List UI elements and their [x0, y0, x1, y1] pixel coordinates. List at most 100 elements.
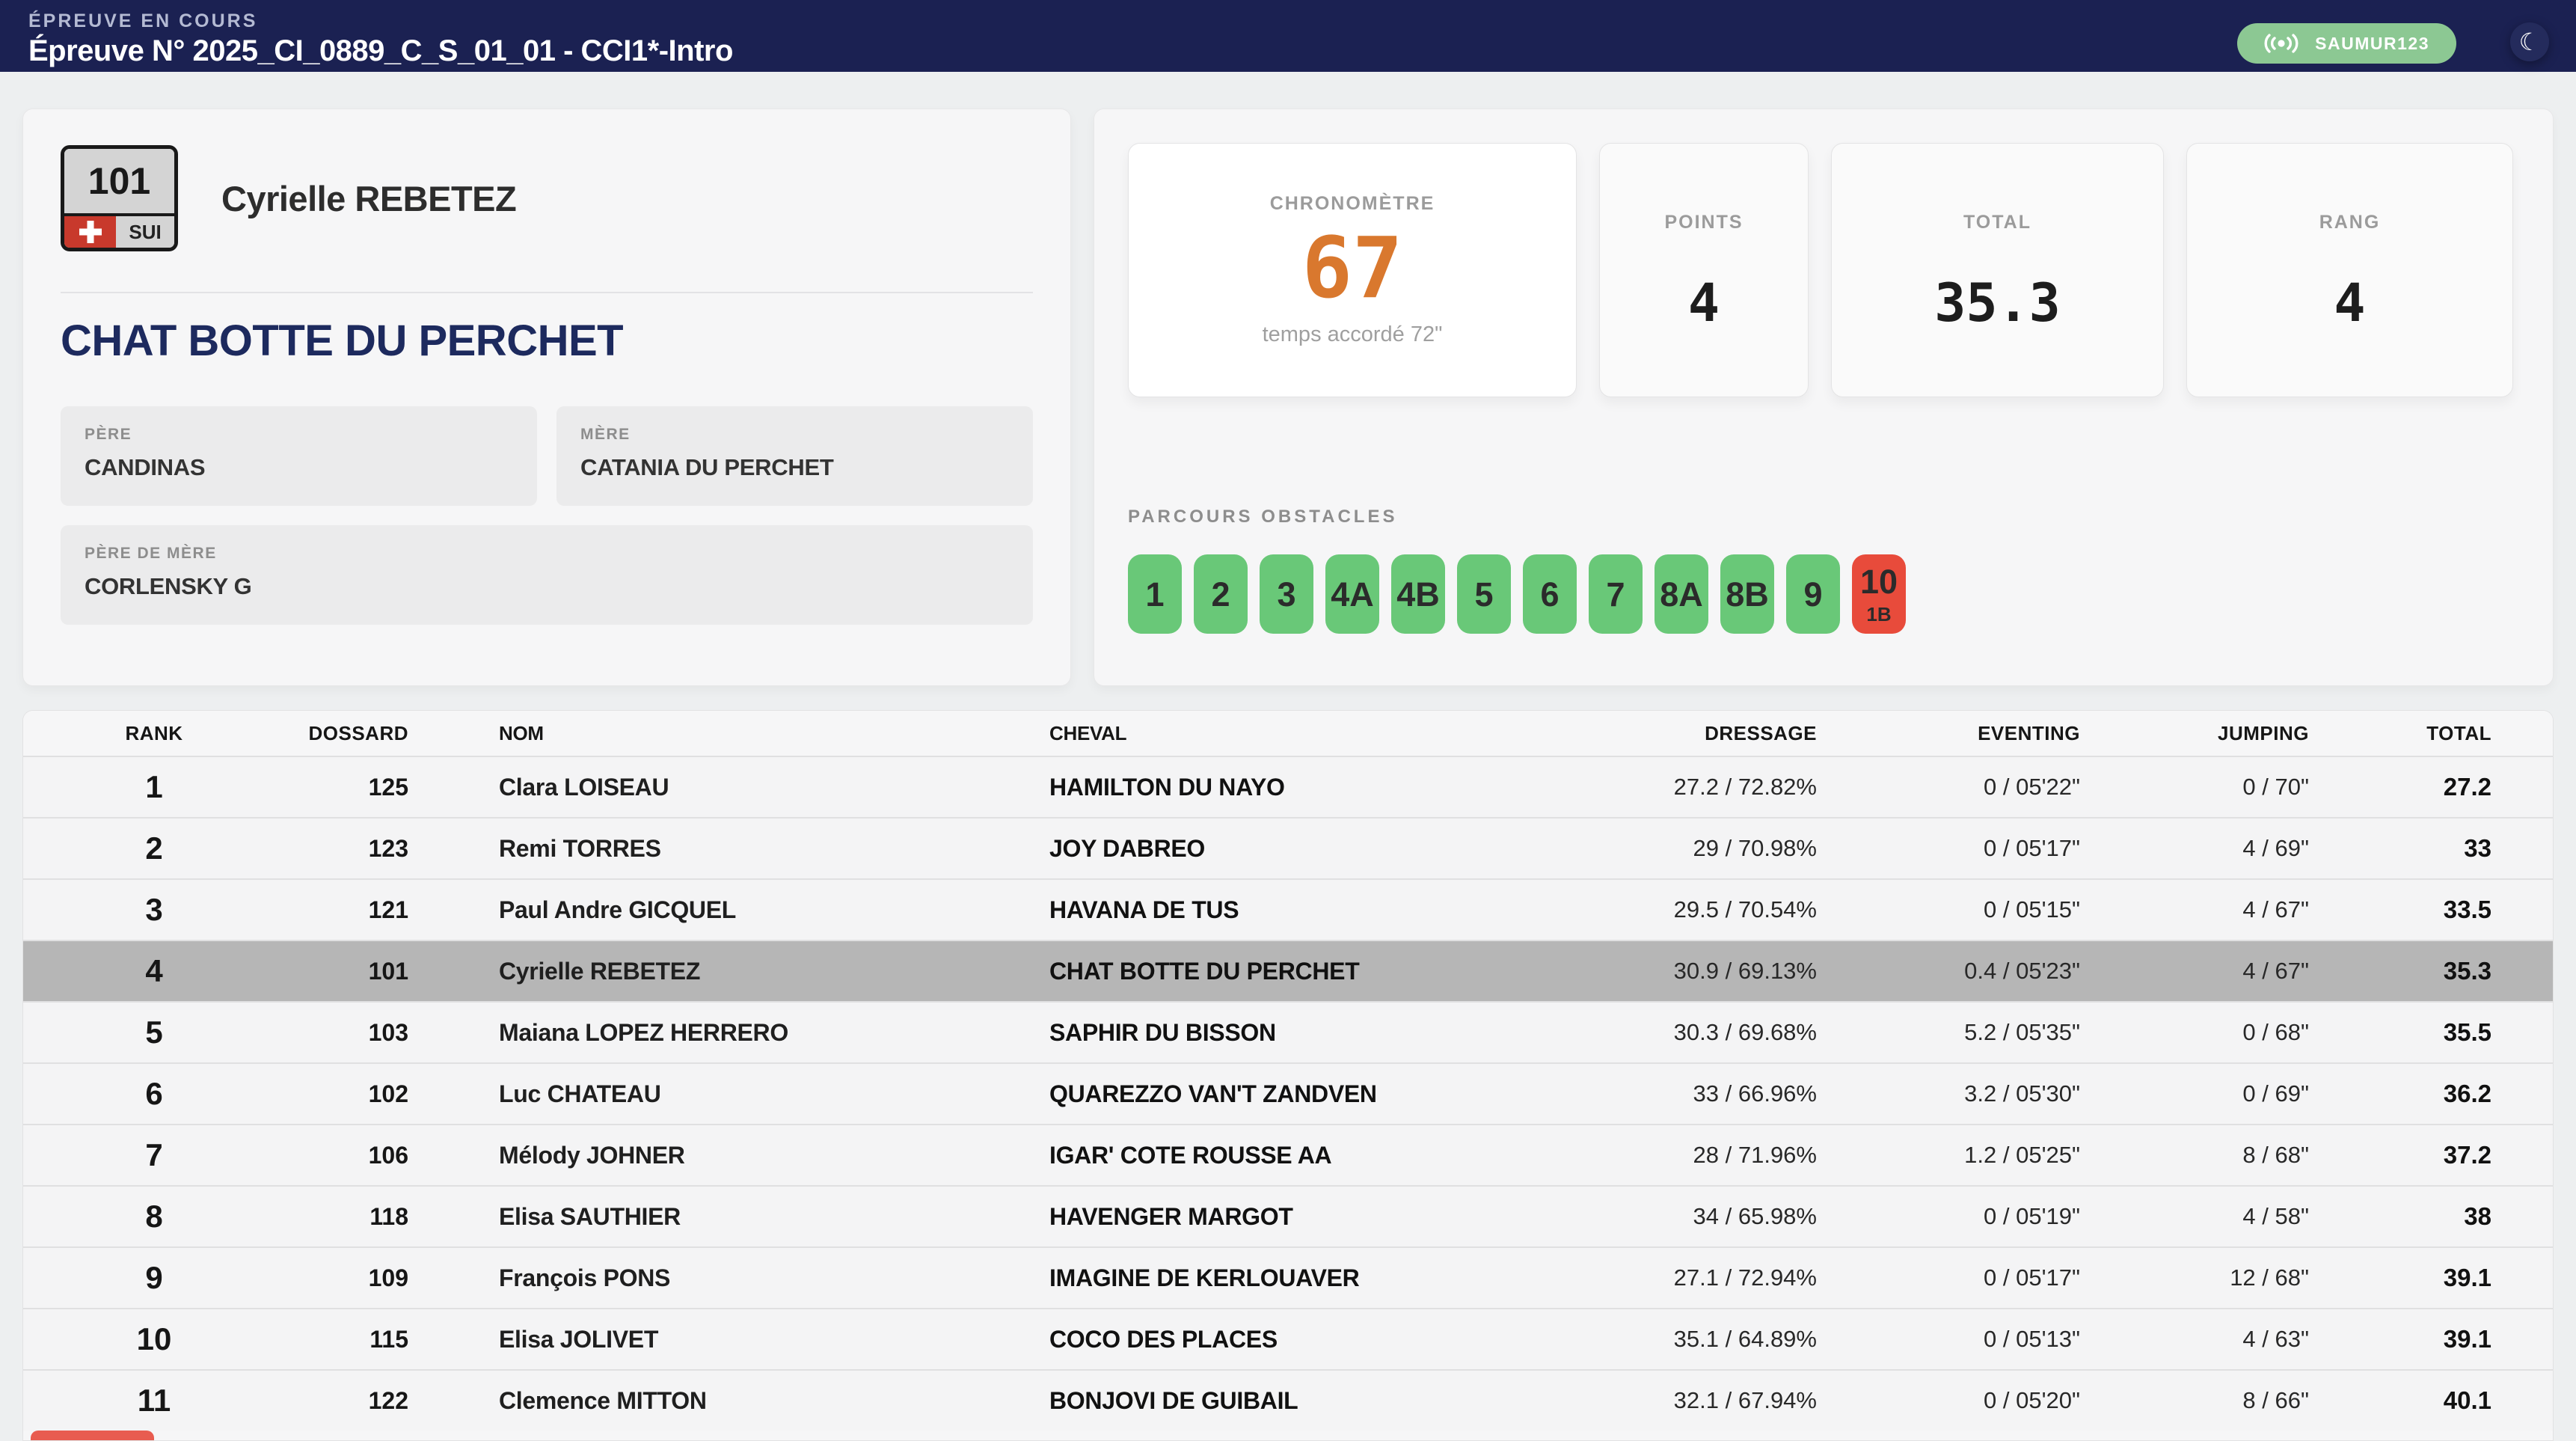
obstacle-chip-8a[interactable]: 8A — [1655, 554, 1708, 634]
table-row[interactable]: 9 109 François PONS IMAGINE DE KERLOUAVE… — [23, 1246, 2553, 1308]
leaderboard-card: RANKDOSSARDNOMCHEVALDRESSAGEEVENTINGJUMP… — [22, 710, 2554, 1441]
cell-eventing: 0 / 05'15" — [1817, 896, 2080, 923]
cell-cheval: HAVENGER MARGOT — [1049, 1203, 1548, 1231]
rank-label: RANG — [2319, 212, 2381, 233]
cell-rank: 6 — [23, 1076, 285, 1112]
points-value: 4 — [1688, 277, 1720, 329]
table-row[interactable]: 5 103 Maiana LOPEZ HERRERO SAPHIR DU BIS… — [23, 1001, 2553, 1062]
live-badge-label: SAUMUR123 — [2315, 34, 2429, 54]
table-body: 1 125 Clara LOISEAU HAMILTON DU NAYO 27.… — [23, 756, 2553, 1431]
cell-total: 39.1 — [2309, 1264, 2491, 1292]
obstacle-chip-3[interactable]: 3 — [1260, 554, 1313, 634]
cell-dossard: 101 — [285, 958, 408, 985]
sire-label: PÈRE — [85, 426, 513, 444]
obstacle-chip-8b[interactable]: 8B — [1720, 554, 1774, 634]
rank-value: 4 — [2334, 277, 2365, 329]
cell-eventing: 0 / 05'20" — [1817, 1387, 2080, 1414]
sire-value: CANDINAS — [85, 454, 513, 481]
cell-dossard: 118 — [285, 1203, 408, 1231]
cell-dossard: 123 — [285, 835, 408, 863]
cell-jumping: 4 / 58" — [2080, 1203, 2309, 1230]
obstacle-chip-7[interactable]: 7 — [1589, 554, 1643, 634]
cell-nom: Cyrielle REBETEZ — [408, 958, 1049, 985]
damsire-box: PÈRE DE MÈRE CORLENSKY G — [61, 525, 1033, 625]
cell-eventing: 1.2 / 05'25" — [1817, 1142, 2080, 1169]
obstacle-chip-1[interactable]: 1 — [1128, 554, 1182, 634]
dam-box: MÈRE CATANIA DU PERCHET — [556, 406, 1033, 506]
obstacle-chip-4a[interactable]: 4A — [1325, 554, 1379, 634]
table-row[interactable]: 4 101 Cyrielle REBETEZ CHAT BOTTE DU PER… — [23, 940, 2553, 1001]
col-header-dressage: DRESSAGE — [1548, 722, 1817, 745]
obstacle-chip-9[interactable]: 9 — [1786, 554, 1840, 634]
cell-jumping: 8 / 66" — [2080, 1387, 2309, 1414]
cell-nom: Elisa SAUTHIER — [408, 1203, 1049, 1231]
table-row[interactable]: 10 115 Elisa JOLIVET COCO DES PLACES 35.… — [23, 1308, 2553, 1369]
cell-dressage: 27.1 / 72.94% — [1548, 1264, 1817, 1291]
col-header-nom: NOM — [408, 722, 1049, 745]
obstacle-number: 7 — [1606, 578, 1625, 611]
obstacle-chip-5[interactable]: 5 — [1457, 554, 1511, 634]
cell-dossard: 125 — [285, 774, 408, 801]
obstacle-chip-2[interactable]: 2 — [1194, 554, 1248, 634]
cell-total: 35.5 — [2309, 1018, 2491, 1047]
chronometer-label: CHRONOMÈTRE — [1270, 193, 1435, 215]
cell-dressage: 30.9 / 69.13% — [1548, 958, 1817, 985]
obstacle-number: 4B — [1396, 578, 1440, 611]
cell-nom: Maiana LOPEZ HERRERO — [408, 1019, 1049, 1047]
obstacle-number: 8A — [1660, 578, 1703, 611]
cell-eventing: 0 / 05'17" — [1817, 1264, 2080, 1291]
cell-jumping: 8 / 68" — [2080, 1142, 2309, 1169]
cell-cheval: BONJOVI DE GUIBAIL — [1049, 1387, 1548, 1415]
page-title: Épreuve N° 2025_CI_0889_C_S_01_01 - CCI1… — [28, 34, 2576, 68]
dam-label: MÈRE — [580, 426, 1009, 444]
cell-cheval: HAMILTON DU NAYO — [1049, 774, 1548, 801]
cell-jumping: 4 / 67" — [2080, 958, 2309, 985]
cell-dressage: 32.1 / 67.94% — [1548, 1387, 1817, 1414]
col-header-rank: RANK — [23, 722, 285, 745]
table-row[interactable]: 8 118 Elisa SAUTHIER HAVENGER MARGOT 34 … — [23, 1185, 2553, 1246]
top-header-bar: ÉPREUVE EN COURS Épreuve N° 2025_CI_0889… — [0, 0, 2576, 72]
obstacle-chip-6[interactable]: 6 — [1523, 554, 1577, 634]
obstacle-number: 4A — [1331, 578, 1374, 611]
obstacle-chip-4b[interactable]: 4B — [1391, 554, 1445, 634]
horse-name: CHAT BOTTE DU PERCHET — [61, 316, 1033, 366]
table-row[interactable]: 11 122 Clemence MITTON BONJOVI DE GUIBAI… — [23, 1369, 2553, 1431]
cell-rank: 3 — [23, 892, 285, 928]
cell-jumping: 4 / 63" — [2080, 1326, 2309, 1353]
cell-total: 35.3 — [2309, 957, 2491, 985]
obstacles-row: 123 4A 4B 567 8A 8B 9101B — [1128, 554, 2519, 634]
table-row[interactable]: 6 102 Luc CHATEAU QUAREZZO VAN'T ZANDVEN… — [23, 1062, 2553, 1124]
cell-dossard: 106 — [285, 1142, 408, 1169]
col-header-jumping: JUMPING — [2080, 722, 2309, 745]
obstacle-number: 8B — [1726, 578, 1769, 611]
col-header-cheval: CHEVAL — [1049, 722, 1548, 745]
obstacle-chip-10[interactable]: 101B — [1852, 554, 1906, 634]
cell-dossard: 121 — [285, 896, 408, 924]
total-label: TOTAL — [1963, 212, 2031, 233]
cell-dossard: 103 — [285, 1019, 408, 1047]
obstacle-number: 3 — [1277, 578, 1295, 611]
cell-nom: Paul Andre GICQUEL — [408, 896, 1049, 924]
cell-eventing: 0 / 05'13" — [1817, 1326, 2080, 1353]
table-row[interactable]: 1 125 Clara LOISEAU HAMILTON DU NAYO 27.… — [23, 756, 2553, 817]
rider-card: 101 SUI Cyrielle REBETEZ CHAT BOTTE DU P… — [22, 108, 1071, 686]
cell-rank: 9 — [23, 1260, 285, 1296]
bib-number-plate: 101 SUI — [61, 145, 178, 251]
table-row[interactable]: 7 106 Mélody JOHNER IGAR' COTE ROUSSE AA… — [23, 1124, 2553, 1185]
cell-cheval: HAVANA DE TUS — [1049, 896, 1548, 924]
cell-rank: 8 — [23, 1199, 285, 1235]
cell-dressage: 35.1 / 64.89% — [1548, 1326, 1817, 1353]
moon-icon: ☾ — [2519, 28, 2541, 56]
cell-jumping: 0 / 69" — [2080, 1080, 2309, 1107]
cell-dossard: 109 — [285, 1264, 408, 1292]
col-header-dossard: DOSSARD — [285, 722, 408, 745]
dark-mode-toggle[interactable]: ☾ — [2510, 22, 2549, 61]
bib-number: 101 — [64, 149, 174, 213]
points-label: POINTS — [1664, 212, 1743, 233]
live-session-badge[interactable]: SAUMUR123 — [2237, 23, 2456, 64]
cell-nom: Mélody JOHNER — [408, 1142, 1049, 1169]
table-row[interactable]: 3 121 Paul Andre GICQUEL HAVANA DE TUS 2… — [23, 878, 2553, 940]
cell-eventing: 0 / 05'22" — [1817, 774, 2080, 801]
cell-dressage: 29 / 70.98% — [1548, 835, 1817, 862]
table-row[interactable]: 2 123 Remi TORRES JOY DABREO 29 / 70.98%… — [23, 817, 2553, 878]
